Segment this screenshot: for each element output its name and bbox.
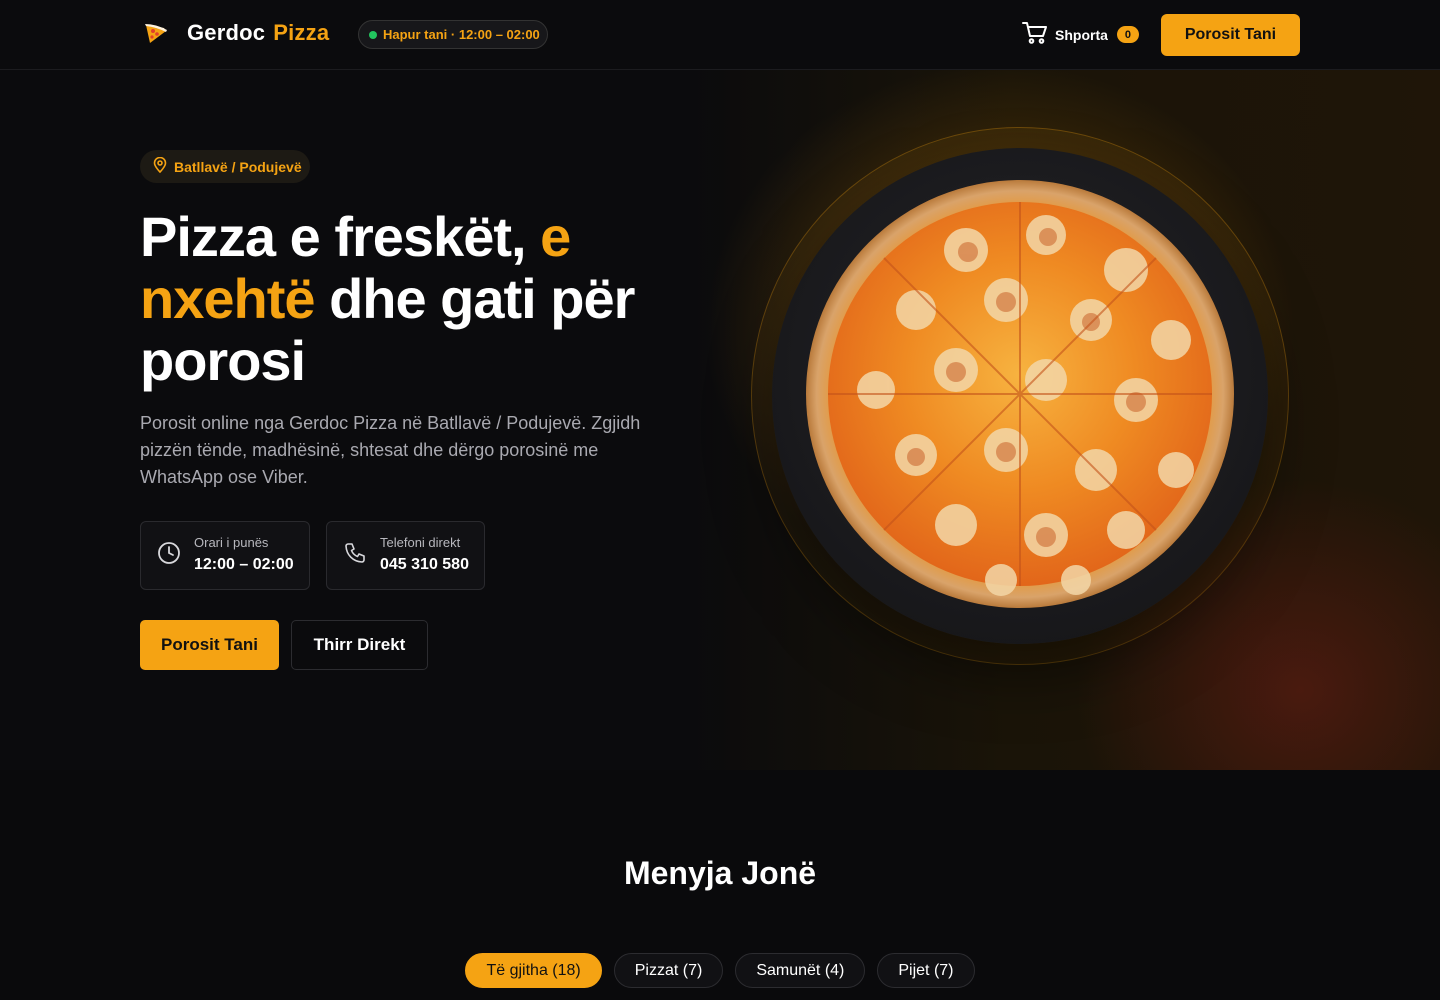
logo-accent: Pizza: [273, 20, 330, 45]
hours-card: Orari i punës 12:00 – 02:00: [140, 521, 310, 590]
header-order-button[interactable]: Porosit Tani: [1161, 14, 1300, 56]
tab-pizzas[interactable]: Pizzat (7): [613, 953, 724, 988]
phone-label: Telefoni direkt: [380, 535, 461, 550]
tab-drinks[interactable]: Pijet (7): [877, 953, 975, 988]
phone-icon: [343, 541, 367, 570]
location-text: Batllavë / Podujevë: [174, 158, 302, 175]
hero-description: Porosit online nga Gerdoc Pizza në Batll…: [140, 413, 641, 487]
status-text: Hapur tani · 12:00 – 02:00: [383, 27, 540, 42]
menu-title: Menyja Jonë: [623, 855, 817, 891]
pizza-slice-icon: [142, 19, 170, 47]
tab-all[interactable]: Të gjitha (18): [465, 953, 602, 988]
hours-label: Orari i punës: [194, 535, 269, 550]
hero-title-part1: Pizza e freskët,: [140, 205, 527, 268]
tab-sandwiches[interactable]: Samunët (4): [735, 953, 866, 988]
phone-card[interactable]: Telefoni direkt 045 310 580: [326, 521, 485, 590]
order-now-button[interactable]: Porosit Tani: [140, 620, 279, 670]
cart-button[interactable]: Shporta 0: [1022, 21, 1139, 48]
clock-icon: [157, 541, 181, 570]
cart-count-badge: 0: [1116, 26, 1139, 43]
hero-title: Pizza e freskët, e nxehtë dhe gati për p…: [140, 206, 700, 392]
call-direct-button[interactable]: Thirr Direkt: [291, 620, 428, 670]
status-dot: [369, 30, 377, 39]
phone-value: 045 310 580: [380, 556, 469, 573]
pizza-image: [806, 180, 1234, 608]
site-header: Gerdoc Pizza Hapur tani · 12:00 – 02:00 S…: [0, 0, 1440, 70]
cart-icon: [1022, 21, 1048, 48]
menu-category-tabs: Të gjitha (18) Pizzat (7) Samunët (4) Pi…: [0, 953, 1440, 988]
hero-section: Batllavë / Podujevë Pizza e freskët, e n…: [0, 70, 1440, 770]
hours-value: 12:00 – 02:00: [194, 556, 294, 573]
logo[interactable]: Gerdoc Pizza: [142, 19, 329, 47]
location-badge: Batllavë / Podujevë: [140, 150, 310, 183]
map-pin-icon: [152, 156, 174, 176]
status-badge: Hapur tani · 12:00 – 02:00: [358, 20, 548, 49]
logo-name: Gerdoc: [187, 20, 266, 45]
cart-label: Shporta: [1055, 26, 1108, 43]
